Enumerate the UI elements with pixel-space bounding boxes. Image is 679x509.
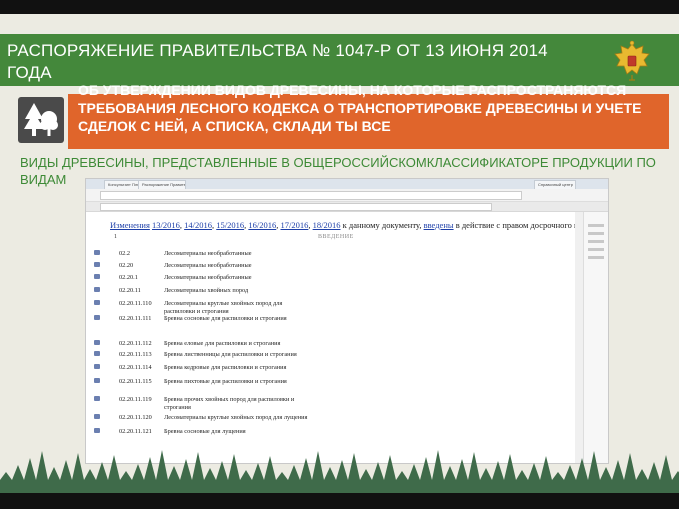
row-code: 02.20.11 [119,287,141,294]
change-link[interactable]: 15/2016 [216,220,244,230]
folder-icon[interactable] [94,396,100,401]
change-link[interactable]: 18/2016 [313,220,341,230]
row-name: Бревна лиственницы для распиловки и стро… [164,351,297,358]
changes-suffix-text: в действие с правом досрочного при [455,220,588,230]
change-link[interactable]: 13/2016 [152,220,180,230]
row-name: Бревна пихтовые для распиловки и строган… [164,378,287,385]
row-code: 02.20 [119,262,134,269]
bottom-black-bar [0,493,679,509]
row-name: Лесоматериалы необработанные [164,250,252,257]
folder-icon[interactable] [94,414,100,419]
changes-middle-text: к данному документу, [342,220,422,230]
url-field[interactable] [100,191,522,200]
row-name: Лесоматериалы необработанные [164,274,252,281]
column-header-number: 1 [114,234,117,240]
document-body: Изменения 13/2016, 14/2016, 15/2016, 16/… [86,212,588,463]
folder-icon[interactable] [94,340,100,345]
row-name: Бревна прочих хвойных пород для распилов… [164,396,295,411]
document-toolbar [86,202,608,212]
row-code: 02.20.11.112 [119,340,152,347]
section-heading: ВВЕДЕНИЕ [318,234,354,240]
row-name: Бревна еловые для распиловки и строгания [164,340,281,347]
row-code: 02.20.11.114 [119,364,152,371]
row-name: Лесоматериалы круглые хвойных пород для … [164,414,308,421]
change-link[interactable]: 16/2016 [248,220,276,230]
row-name: Бревна сосновые для распиловки и строган… [164,315,287,322]
changes-link[interactable]: Изменения [110,220,150,230]
orange-band-text: ОБ УТВЕРЖДЕНИИ ВИДОВ ДРЕВЕСИНЫ, НА КОТОР… [78,82,642,134]
changes-line: Изменения 13/2016, 14/2016, 15/2016, 16/… [110,220,588,230]
row-code: 02.20.1 [119,274,138,281]
folder-icon[interactable] [94,351,100,356]
row-name: Лесоматериалы хвойных пород [164,287,249,294]
document-scrollbar[interactable] [575,212,583,463]
row-code: 02.2 [119,250,131,257]
top-black-bar [0,0,679,14]
side-panel-line [588,256,604,259]
folder-icon[interactable] [94,378,100,383]
row-code: 02.20.11.120 [119,414,152,421]
folder-icon[interactable] [94,300,100,305]
browser-tab[interactable]: Консультант Плюс [104,180,142,189]
folder-icon[interactable] [94,364,100,369]
side-panel-line [588,232,604,235]
forest-silhouette [0,450,679,495]
row-code: 02.20.11.115 [119,378,152,385]
browser-tab-strip: Консультант Плюс Распоряжение Правител С… [86,179,608,189]
trees-icon [24,103,58,136]
row-code: 02.20.11.110 [119,300,152,307]
row-name: Лесоматериалы необработанные [164,262,252,269]
row-code: 02.20.11.111 [119,315,152,322]
browser-tab[interactable]: Распоряжение Правител [138,180,186,189]
browser-tab[interactable]: Справочный центр [534,180,576,189]
address-bar [86,189,608,202]
slide-title: РАСПОРЯЖЕНИЕ ПРАВИТЕЛЬСТВА № 1047-Р ОТ 1… [7,41,548,82]
folder-icon[interactable] [94,287,100,292]
row-name: Лесоматериалы круглые хвойных пород для … [164,300,283,315]
change-link[interactable]: 14/2016 [184,220,212,230]
side-panel [583,212,608,463]
row-name: Бревна сосновые для лущения [164,428,246,435]
folder-icon[interactable] [94,274,100,279]
double-headed-eagle-emblem-icon [614,40,650,81]
embedded-document-screenshot: Консультант Плюс Распоряжение Правител С… [85,178,609,464]
row-name: Бревна кедровые для распиловки и строган… [164,364,287,371]
search-input[interactable] [100,203,492,211]
folder-icon[interactable] [94,262,100,267]
side-panel-line [588,224,604,227]
introduced-link[interactable]: введены [424,220,454,230]
side-panel-line [588,248,604,251]
folder-icon[interactable] [94,428,100,433]
side-panel-line [588,240,604,243]
row-code: 02.20.11.113 [119,351,152,358]
folder-icon[interactable] [94,315,100,320]
row-code: 02.20.11.119 [119,396,152,403]
row-code: 02.20.11.121 [119,428,152,435]
folder-icon[interactable] [94,250,100,255]
change-link[interactable]: 17/2016 [280,220,308,230]
tree-icon-box [18,97,64,143]
